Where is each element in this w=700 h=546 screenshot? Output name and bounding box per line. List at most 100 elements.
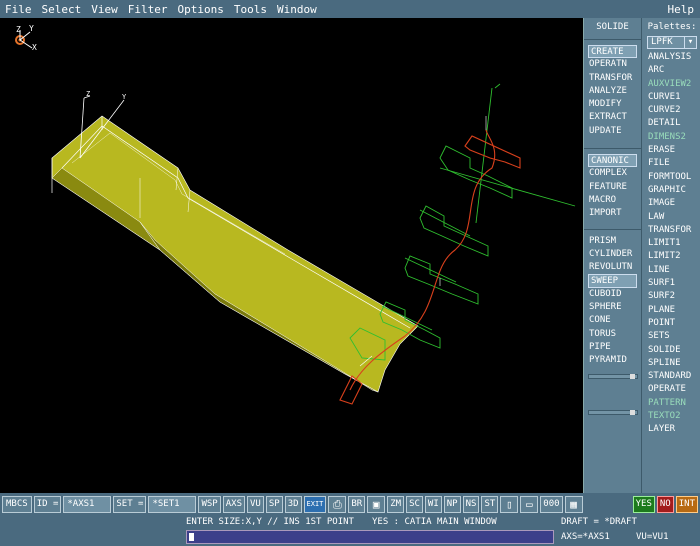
menu-macro[interactable]: MACRO [584, 194, 641, 207]
printer-icon[interactable]: ⎙ [328, 495, 347, 513]
palette-item[interactable]: SURF1 [643, 277, 700, 290]
palette-item[interactable]: PLANE [643, 304, 700, 317]
menu-file[interactable]: File [0, 3, 37, 16]
menu-create[interactable]: CREATE [588, 45, 637, 59]
palette-item[interactable]: ANALYSIS [643, 51, 700, 64]
menu-select[interactable]: Select [37, 3, 87, 16]
palette-item[interactable]: LIMIT2 [643, 250, 700, 263]
menu-sphere[interactable]: SPHERE [584, 301, 641, 314]
graphics-viewport[interactable]: Z Y X Z Y [0, 18, 583, 493]
divider [584, 148, 641, 150]
palette-item[interactable]: OPERATE [643, 383, 700, 396]
menu-view[interactable]: View [86, 3, 123, 16]
palette-item[interactable]: FORMTOOL [643, 171, 700, 184]
menu-cone[interactable]: CONE [584, 314, 641, 327]
slider-knob[interactable] [630, 410, 635, 415]
palette-item[interactable]: STANDARD [643, 370, 700, 383]
palette-item[interactable]: ARC [643, 64, 700, 77]
counter-field[interactable]: 000 [540, 495, 563, 513]
palette-item[interactable]: SETS [643, 330, 700, 343]
palette-item[interactable]: TEXTO2 [643, 410, 700, 423]
palette-item[interactable]: IMAGE [643, 197, 700, 210]
model-canvas[interactable]: Z Y X Z Y [0, 18, 583, 493]
axs-button[interactable]: AXS [222, 495, 245, 513]
menu-torus[interactable]: TORUS [584, 328, 641, 341]
palette-item[interactable]: LAW [643, 211, 700, 224]
palette-item[interactable]: AUXVIEW2 [643, 78, 700, 91]
zm-button[interactable]: ZM [387, 495, 405, 513]
palettes-column: Palettes: LPFK ▾ ANALYSIS ARC AUXVIEW2 C… [643, 18, 700, 493]
menu-cylinder[interactable]: CYLINDER [584, 248, 641, 261]
menu-prism[interactable]: PRISM [584, 235, 641, 248]
menu-window[interactable]: Window [272, 3, 322, 16]
palette-item[interactable]: DIMENS2 [643, 131, 700, 144]
cylinder-icon[interactable]: ▯ [500, 495, 519, 513]
slider-icon[interactable]: ▭ [520, 495, 539, 513]
3d-button[interactable]: 3D [284, 495, 302, 513]
sp-button[interactable]: SP [265, 495, 283, 513]
hide-show-icon[interactable]: ▣ [367, 495, 386, 513]
vu-button[interactable]: VU [247, 495, 264, 513]
menu-canonic[interactable]: CANONIC [588, 154, 637, 168]
palette-item[interactable]: LIMIT1 [643, 237, 700, 250]
id-field[interactable]: *AXS1 [63, 495, 112, 513]
palette-item[interactable]: POINT [643, 317, 700, 330]
palette-item[interactable]: CURVE1 [643, 91, 700, 104]
menu-analyze[interactable]: ANALYZE [584, 85, 641, 98]
menu-scroll-slider-2[interactable] [588, 410, 638, 415]
menu-options[interactable]: Options [173, 3, 229, 16]
wi-button[interactable]: WI [424, 495, 442, 513]
st-button[interactable]: ST [481, 495, 499, 513]
slider-knob[interactable] [630, 374, 635, 379]
set-field[interactable]: *SET1 [148, 495, 197, 513]
sc-button[interactable]: SC [406, 495, 423, 513]
br-button[interactable]: BR [348, 495, 366, 513]
yes-button[interactable]: YES [632, 495, 655, 513]
palette-item[interactable]: LINE [643, 264, 700, 277]
menu-modify[interactable]: MODIFY [584, 98, 641, 111]
menu-operatn[interactable]: OPERATN [584, 58, 641, 71]
menu-complex[interactable]: COMPLEX [584, 167, 641, 180]
palette-item[interactable]: ERASE [643, 144, 700, 157]
no-button[interactable]: NO [656, 495, 674, 513]
exit-button[interactable]: EXIT [303, 495, 327, 513]
menu-sweep[interactable]: SWEEP [588, 274, 637, 288]
menu-transfor[interactable]: TRANSFOR [584, 72, 641, 85]
palette-item[interactable]: SURF2 [643, 290, 700, 303]
menu-filter[interactable]: Filter [123, 3, 173, 16]
palette-item[interactable]: TRANSFOR [643, 224, 700, 237]
wsp-button[interactable]: WSP [198, 495, 221, 513]
menu-pipe[interactable]: PIPE [584, 341, 641, 354]
int-button[interactable]: INT [675, 495, 698, 513]
palette-item[interactable]: CURVE2 [643, 104, 700, 117]
menu-help[interactable]: Help [663, 3, 700, 16]
bottom-toolbar: MBCS ID = *AXS1 SET = *SET1 WSP AXS VU S… [0, 493, 700, 515]
menu-extract[interactable]: EXTRACT [584, 111, 641, 124]
palette-item[interactable]: DETAIL [643, 117, 700, 130]
mbcs-button[interactable]: MBCS [2, 495, 32, 513]
np-button[interactable]: NP [443, 495, 461, 513]
menu-revolutn[interactable]: REVOLUTN [584, 261, 641, 274]
palette-item[interactable]: FILE [643, 157, 700, 170]
command-input[interactable] [186, 530, 554, 544]
palette-item[interactable]: SPLINE [643, 357, 700, 370]
palette-item[interactable]: SOLIDE [643, 344, 700, 357]
palette-item[interactable]: GRAPHIC [643, 184, 700, 197]
keyboard-icon[interactable]: ▦ [564, 495, 583, 513]
palette-select[interactable]: LPFK ▾ [647, 36, 697, 49]
palette-item[interactable]: PATTERN [643, 397, 700, 410]
view-axis-triad: Z Y X [15, 24, 37, 52]
chevron-down-icon[interactable]: ▾ [684, 37, 696, 48]
menu-scroll-slider-1[interactable] [588, 374, 638, 379]
window-message: YES : CATIA MAIN WINDOW [372, 517, 497, 527]
swept-solid[interactable] [51, 115, 419, 393]
menu-cuboid[interactable]: CUBOID [584, 288, 641, 301]
menu-tools[interactable]: Tools [229, 3, 272, 16]
function-sidebar: SOLIDE CREATE OPERATN TRANSFOR ANALYZE M… [583, 18, 700, 493]
menu-import[interactable]: IMPORT [584, 207, 641, 220]
palette-item[interactable]: LAYER [643, 423, 700, 436]
menu-feature[interactable]: FEATURE [584, 181, 641, 194]
menu-pyramid[interactable]: PYRAMID [584, 354, 641, 367]
ns-button[interactable]: NS [462, 495, 480, 513]
menu-update[interactable]: UPDATE [584, 125, 641, 138]
